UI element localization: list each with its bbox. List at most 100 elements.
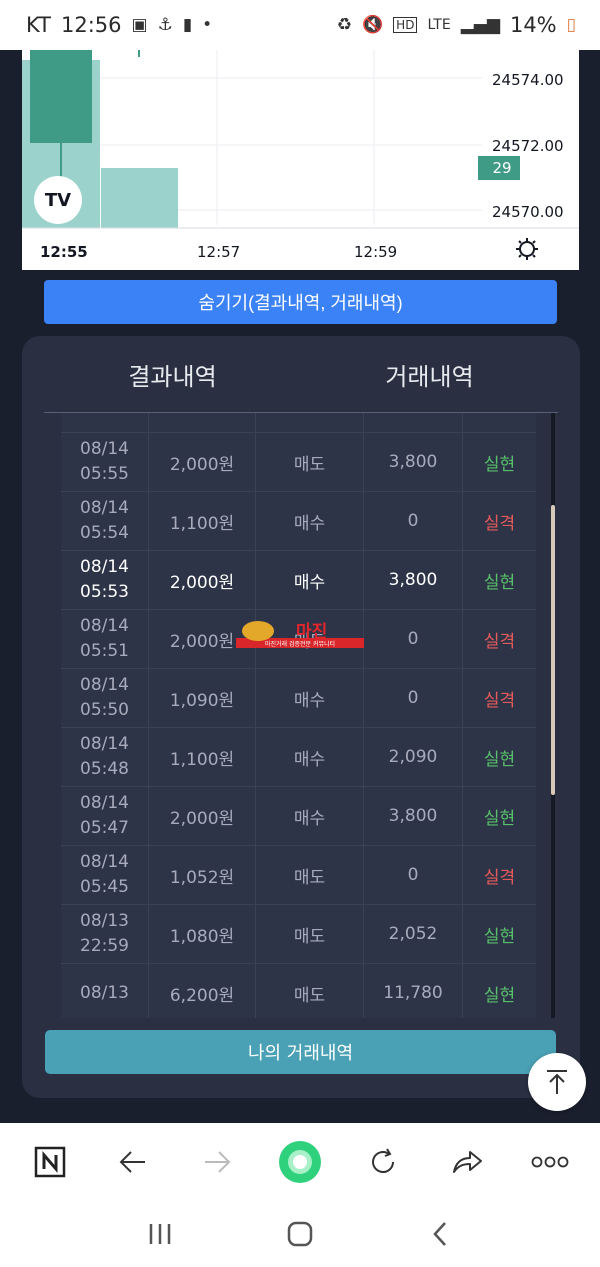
table-row[interactable]: 08/13 22:59 1,080원 매도 2,052 실현 xyxy=(61,905,536,964)
x-tick-label: 12:55 xyxy=(40,243,88,261)
row-datetime: 08/13 xyxy=(61,964,149,1018)
forward-button[interactable] xyxy=(187,1132,247,1192)
row-value: 3,800 xyxy=(364,787,463,845)
recent-apps-icon xyxy=(149,1224,171,1244)
system-back-button[interactable] xyxy=(410,1209,470,1259)
recycle-icon: ♻ xyxy=(336,15,352,35)
scrollbar-track[interactable] xyxy=(551,413,555,1018)
more-menu-button[interactable] xyxy=(520,1132,580,1192)
scrollbar-thumb[interactable] xyxy=(551,505,555,795)
row-result: 실현 xyxy=(483,454,516,475)
tab-results[interactable]: 결과내역 xyxy=(44,336,301,412)
table-row[interactable]: 05:56 1,100원매수2,090실현 xyxy=(61,413,536,433)
row-datetime: 08/14 05:50 xyxy=(61,669,149,727)
watermark-logo: 마진 마진거래 검증전문 커뮤니티 xyxy=(236,621,364,648)
battery-alert-icon: ▮ xyxy=(182,15,193,35)
row-value: 11,780 xyxy=(364,964,463,1018)
row-date: 08/13 xyxy=(80,911,129,931)
row-time: 05:50 xyxy=(80,700,129,720)
y-tick-label: 24570.00 xyxy=(492,203,564,221)
row-value: 2,090 xyxy=(364,413,463,432)
table-row[interactable]: 08/14 05:47 2,000원 매수 3,800 실현 xyxy=(61,787,536,846)
scroll-to-top-button[interactable] xyxy=(528,1053,586,1111)
row-amount: 6,200원 xyxy=(149,964,256,1018)
row-datetime: 08/14 05:51 xyxy=(61,610,149,668)
row-result: 실현 xyxy=(483,808,516,829)
row-trade-type: 매도 xyxy=(256,433,364,491)
signal-icon: ▂▄▆ xyxy=(460,15,500,35)
row-trade-type: 매수 xyxy=(256,413,364,432)
row-time: 22:59 xyxy=(80,936,129,956)
candle-body xyxy=(30,50,92,143)
row-date: 08/14 xyxy=(80,498,129,518)
price-badge-text: 29 xyxy=(492,159,511,177)
browser-toolbar xyxy=(0,1123,600,1201)
row-amount: 2,000원 xyxy=(149,787,256,845)
table-row[interactable]: 08/14 05:55 2,000원 매도 3,800 실현 xyxy=(61,433,536,492)
arrow-up-icon xyxy=(547,1070,567,1094)
row-date: 08/14 xyxy=(80,616,129,636)
row-datetime: 08/14 05:45 xyxy=(61,846,149,904)
x-tick-label: 12:59 xyxy=(354,243,397,261)
row-time: 05:47 xyxy=(80,818,129,838)
tab-trades[interactable]: 거래내역 xyxy=(301,336,558,412)
history-table[interactable]: 05:561,100원매수2,090실현08/1405:552,000원매도3,… xyxy=(61,413,536,1018)
refresh-button[interactable] xyxy=(353,1132,413,1192)
row-datetime: 08/14 05:48 xyxy=(61,728,149,786)
row-value: 0 xyxy=(364,492,463,550)
row-value: 3,800 xyxy=(364,433,463,491)
carrier-label: KT xyxy=(26,13,51,37)
row-result: 실현 xyxy=(483,749,516,770)
refresh-icon xyxy=(372,1148,395,1173)
battery-percent: 14% xyxy=(509,13,557,37)
row-datetime: 08/14 05:55 xyxy=(61,433,149,491)
row-result: 실격 xyxy=(483,513,516,534)
table-row[interactable]: 08/14 05:54 1,100원 매수 0 실격 xyxy=(61,492,536,551)
chart-svg: TV 24574.00 24572.00 24570.00 29 12:55 1… xyxy=(22,50,579,261)
table-row[interactable]: 08/13 6,200원 매도 11,780 실현 xyxy=(61,964,536,1018)
my-trade-history-button[interactable]: 나의 거래내역 xyxy=(45,1030,556,1074)
y-tick-label: 24574.00 xyxy=(492,71,564,89)
share-arrow-icon xyxy=(452,1151,482,1173)
recent-apps-button[interactable] xyxy=(130,1209,190,1259)
chevron-left-icon xyxy=(433,1222,446,1246)
row-amount: 1,052원 xyxy=(149,846,256,904)
tradingview-logo-text: TV xyxy=(45,190,71,211)
system-nav-bar xyxy=(0,1201,600,1267)
more-dots-icon xyxy=(531,1156,569,1168)
row-date: 08/13 xyxy=(80,982,129,1003)
row-time: 05:54 xyxy=(80,523,129,543)
row-result: 실격 xyxy=(483,867,516,888)
row-result: 실현 xyxy=(483,572,516,593)
row-date: 08/14 xyxy=(80,852,129,872)
green-dot-button[interactable] xyxy=(270,1132,330,1192)
price-chart[interactable]: TV 24574.00 24572.00 24570.00 29 12:55 1… xyxy=(22,50,579,270)
table-row[interactable]: 08/14 05:45 1,052원 매도 0 실격 xyxy=(61,846,536,905)
row-result: 실격 xyxy=(483,690,516,711)
row-result: 실현 xyxy=(483,985,516,1006)
row-datetime: 08/14 05:53 xyxy=(61,551,149,609)
row-date: 08/14 xyxy=(80,793,129,813)
share-button[interactable] xyxy=(437,1132,497,1192)
x-tick-label: 12:57 xyxy=(197,243,240,261)
row-amount: 1,100원 xyxy=(149,492,256,550)
row-datetime: 05:56 xyxy=(61,413,149,432)
arrow-left-icon xyxy=(119,1151,146,1173)
row-datetime: 08/14 05:47 xyxy=(61,787,149,845)
table-row[interactable]: 08/14 05:48 1,100원 매수 2,090 실현 xyxy=(61,728,536,787)
back-button[interactable] xyxy=(103,1132,163,1192)
hide-history-button[interactable]: 숨기기(결과내역, 거래내역) xyxy=(44,280,557,324)
status-right: ♻ 🔇 HD LTE ▂▄▆ 14% ▯ xyxy=(337,13,576,37)
row-time: 05:55 xyxy=(80,464,129,484)
row-time: 05:56 xyxy=(80,413,129,416)
history-panel: 결과내역 거래내역 05:561,100원매수2,090실현08/1405:55… xyxy=(22,336,580,1098)
row-datetime: 08/13 22:59 xyxy=(61,905,149,963)
naver-home-button[interactable] xyxy=(20,1132,80,1192)
table-row[interactable]: 08/14 05:50 1,090원 매수 0 실격 xyxy=(61,669,536,728)
status-bar: KT 12:56 ▣ ⚓ ▮ • ♻ 🔇 HD LTE ▂▄▆ 14% ▯ xyxy=(0,0,600,50)
table-row[interactable]: 08/14 05:53 2,000원 매수 3,800 실현 xyxy=(61,551,536,610)
row-amount: 1,090원 xyxy=(149,669,256,727)
row-result: 실현 xyxy=(463,413,536,432)
battery-icon: ▯ xyxy=(566,15,576,35)
home-button[interactable] xyxy=(270,1209,330,1259)
